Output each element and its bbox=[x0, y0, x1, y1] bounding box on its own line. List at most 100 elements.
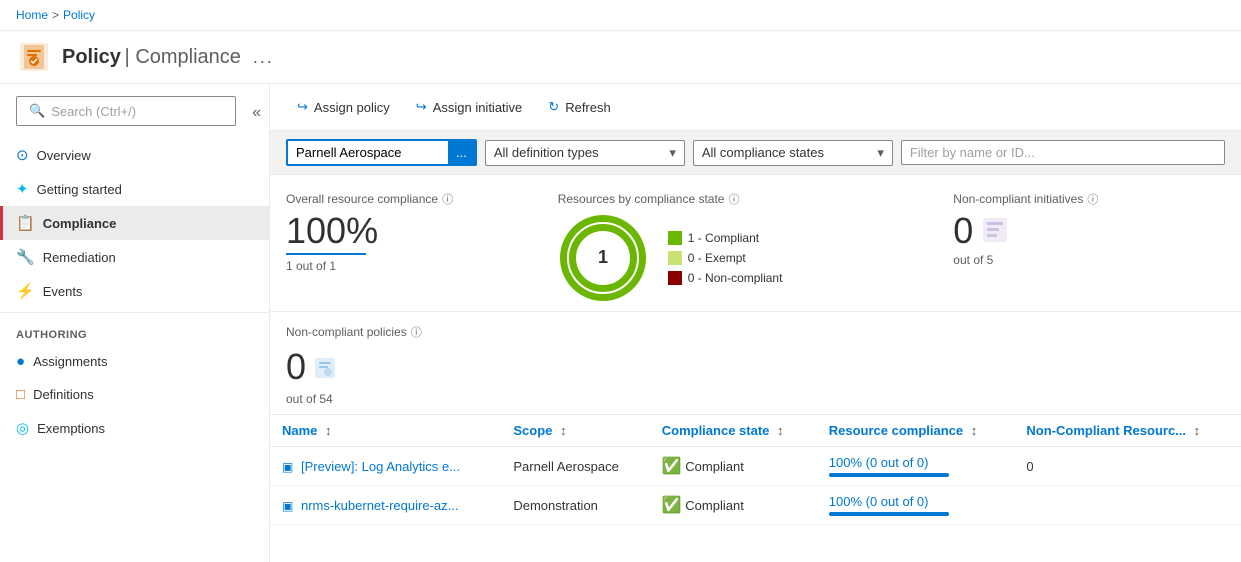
initiatives-icon bbox=[981, 216, 1009, 247]
resource-compliance-link[interactable]: 100% (0 out of 0) bbox=[829, 494, 929, 509]
page-title: Policy | Compliance bbox=[62, 46, 241, 69]
sort-icon: ↕ bbox=[1194, 423, 1201, 438]
cell-scope: Parnell Aerospace bbox=[501, 447, 649, 486]
non-compliant-policies-value: 0 bbox=[286, 346, 1225, 388]
col-scope[interactable]: Scope ↕ bbox=[501, 415, 649, 447]
donut-chart-title: Resources by compliance state ⓘ bbox=[558, 191, 930, 207]
definition-types-dropdown[interactable]: All definition types ▾ bbox=[485, 140, 685, 166]
svg-text:1: 1 bbox=[598, 247, 608, 267]
sidebar-item-assignments[interactable]: ● Assignments bbox=[0, 345, 269, 378]
filter-bar: ... All definition types ▾ All complianc… bbox=[270, 131, 1241, 175]
breadcrumb-policy[interactable]: Policy bbox=[63, 8, 95, 22]
cell-scope: Demonstration bbox=[501, 486, 649, 525]
non-compliant-policies-sub: out of 54 bbox=[286, 392, 1225, 406]
name-id-filter-input[interactable]: Filter by name or ID... bbox=[901, 140, 1225, 165]
scope-ellipsis-button[interactable]: ... bbox=[448, 141, 475, 164]
sidebar-item-getting-started[interactable]: ✦ Getting started bbox=[0, 172, 269, 206]
donut-container: 1 1 - Compliant 0 - Exempt bbox=[558, 213, 930, 303]
compliance-states-dropdown[interactable]: All compliance states ▾ bbox=[693, 140, 893, 166]
sort-icon: ↕ bbox=[971, 423, 978, 438]
legend-non-compliant: 0 - Non-compliant bbox=[668, 271, 783, 285]
row-icon: ▣ bbox=[282, 499, 293, 513]
main-layout: 🔍 « ⊙ Overview ✦ Getting started 📋 Compl… bbox=[0, 84, 1241, 562]
overall-compliance-value: 100% bbox=[286, 213, 534, 249]
search-input[interactable] bbox=[51, 104, 223, 119]
assign-policy-button[interactable]: ↪ Assign policy bbox=[286, 92, 401, 122]
sidebar-item-compliance[interactable]: 📋 Compliance bbox=[0, 206, 269, 240]
compliant-icon: ✅ bbox=[662, 497, 682, 514]
sidebar-item-label: Getting started bbox=[37, 182, 122, 197]
donut-chart-block: Resources by compliance state ⓘ 1 bbox=[558, 191, 954, 303]
table-row: ▣ nrms-kubernet-require-az... Demonstrat… bbox=[270, 486, 1241, 525]
info-icon: ⓘ bbox=[728, 191, 739, 207]
scope-filter-input[interactable] bbox=[288, 141, 448, 164]
assignments-icon: ● bbox=[16, 353, 25, 370]
sort-icon: ↕ bbox=[777, 423, 784, 438]
non-compliant-initiatives-block: Non-compliant initiatives ⓘ 0 out of bbox=[953, 191, 1225, 267]
sidebar-item-label: Compliance bbox=[43, 216, 117, 231]
sidebar-item-definitions[interactable]: □ Definitions bbox=[0, 378, 269, 411]
sidebar-item-exemptions[interactable]: ◎ Exemptions bbox=[0, 411, 269, 445]
table-row: ▣ [Preview]: Log Analytics e... Parnell … bbox=[270, 447, 1241, 486]
sidebar-item-remediation[interactable]: 🔧 Remediation bbox=[0, 240, 269, 274]
content-area: ↪ Assign policy ↪ Assign initiative ↻ Re… bbox=[270, 84, 1241, 562]
non-compliant-policies-block: Non-compliant policies ⓘ 0 out of 54 bbox=[270, 312, 1241, 415]
compliance-table: Name ↕ Scope ↕ Compliance state ↕ Reso bbox=[270, 415, 1241, 525]
definitions-icon: □ bbox=[16, 386, 25, 403]
sidebar-item-label: Remediation bbox=[43, 250, 116, 265]
chevron-down-icon: ▾ bbox=[669, 145, 676, 161]
overall-compliance-title: Overall resource compliance ⓘ bbox=[286, 191, 534, 207]
exempt-color bbox=[668, 251, 682, 265]
authoring-section-label: Authoring bbox=[0, 317, 269, 345]
assign-policy-icon: ↪ bbox=[297, 99, 308, 115]
progress-bar-fill bbox=[829, 512, 949, 516]
scope-filter-group[interactable]: ... bbox=[286, 139, 477, 166]
progress-bar-fill bbox=[829, 473, 949, 477]
cell-resource-compliance: 100% (0 out of 0) bbox=[817, 486, 1015, 525]
exemptions-icon: ◎ bbox=[16, 419, 29, 437]
sidebar-item-label: Exemptions bbox=[37, 421, 105, 436]
table-container: Name ↕ Scope ↕ Compliance state ↕ Reso bbox=[270, 415, 1241, 562]
legend-compliant: 1 - Compliant bbox=[668, 231, 783, 245]
policy-icon-small bbox=[314, 346, 336, 388]
overview-icon: ⊙ bbox=[16, 146, 29, 164]
non-compliant-color bbox=[668, 271, 682, 285]
getting-started-icon: ✦ bbox=[16, 180, 29, 198]
header-ellipsis-button[interactable]: ... bbox=[253, 47, 274, 68]
col-name[interactable]: Name ↕ bbox=[270, 415, 501, 447]
policy-name-link[interactable]: [Preview]: Log Analytics e... bbox=[301, 459, 460, 474]
cell-name: ▣ nrms-kubernet-require-az... bbox=[270, 486, 501, 525]
sidebar-collapse-button[interactable]: « bbox=[252, 104, 261, 122]
non-compliant-initiatives-value: 0 bbox=[953, 213, 973, 249]
metrics-row: Overall resource compliance ⓘ 100% 1 out… bbox=[270, 175, 1241, 312]
sidebar: 🔍 « ⊙ Overview ✦ Getting started 📋 Compl… bbox=[0, 84, 270, 562]
resource-compliance-link[interactable]: 100% (0 out of 0) bbox=[829, 455, 929, 470]
policy-icon bbox=[16, 39, 52, 75]
breadcrumb-home[interactable]: Home bbox=[16, 8, 48, 22]
refresh-button[interactable]: ↻ Refresh bbox=[537, 92, 621, 122]
policy-name-link[interactable]: nrms-kubernet-require-az... bbox=[301, 498, 459, 513]
sidebar-item-events[interactable]: ⚡ Events bbox=[0, 274, 269, 308]
info-icon: ⓘ bbox=[411, 324, 422, 340]
col-non-compliant-resources[interactable]: Non-Compliant Resourc... ↕ bbox=[1014, 415, 1241, 447]
col-resource-compliance[interactable]: Resource compliance ↕ bbox=[817, 415, 1015, 447]
sidebar-item-label: Overview bbox=[37, 148, 91, 163]
page-header: Policy | Compliance ... bbox=[0, 31, 1241, 84]
assign-initiative-button[interactable]: ↪ Assign initiative bbox=[405, 92, 534, 122]
cell-compliance-state: ✅ Compliant bbox=[650, 486, 817, 525]
donut-legend: 1 - Compliant 0 - Exempt 0 - Non-complia… bbox=[668, 231, 783, 285]
non-compliant-initiatives-title: Non-compliant initiatives ⓘ bbox=[953, 191, 1201, 207]
col-compliance-state[interactable]: Compliance state ↕ bbox=[650, 415, 817, 447]
row-icon: ▣ bbox=[282, 460, 293, 474]
overall-compliance-block: Overall resource compliance ⓘ 100% 1 out… bbox=[286, 191, 558, 273]
toolbar: ↪ Assign policy ↪ Assign initiative ↻ Re… bbox=[270, 84, 1241, 131]
sidebar-item-overview[interactable]: ⊙ Overview bbox=[0, 138, 269, 172]
overall-compliance-sub: 1 out of 1 bbox=[286, 253, 366, 273]
sidebar-search-box[interactable]: 🔍 bbox=[16, 96, 236, 126]
compliance-icon: 📋 bbox=[16, 214, 35, 232]
refresh-icon: ↻ bbox=[548, 99, 559, 115]
cell-resource-compliance: 100% (0 out of 0) bbox=[817, 447, 1015, 486]
donut-chart: 1 bbox=[558, 213, 648, 303]
remediation-icon: 🔧 bbox=[16, 248, 35, 266]
sort-icon: ↕ bbox=[560, 423, 567, 438]
